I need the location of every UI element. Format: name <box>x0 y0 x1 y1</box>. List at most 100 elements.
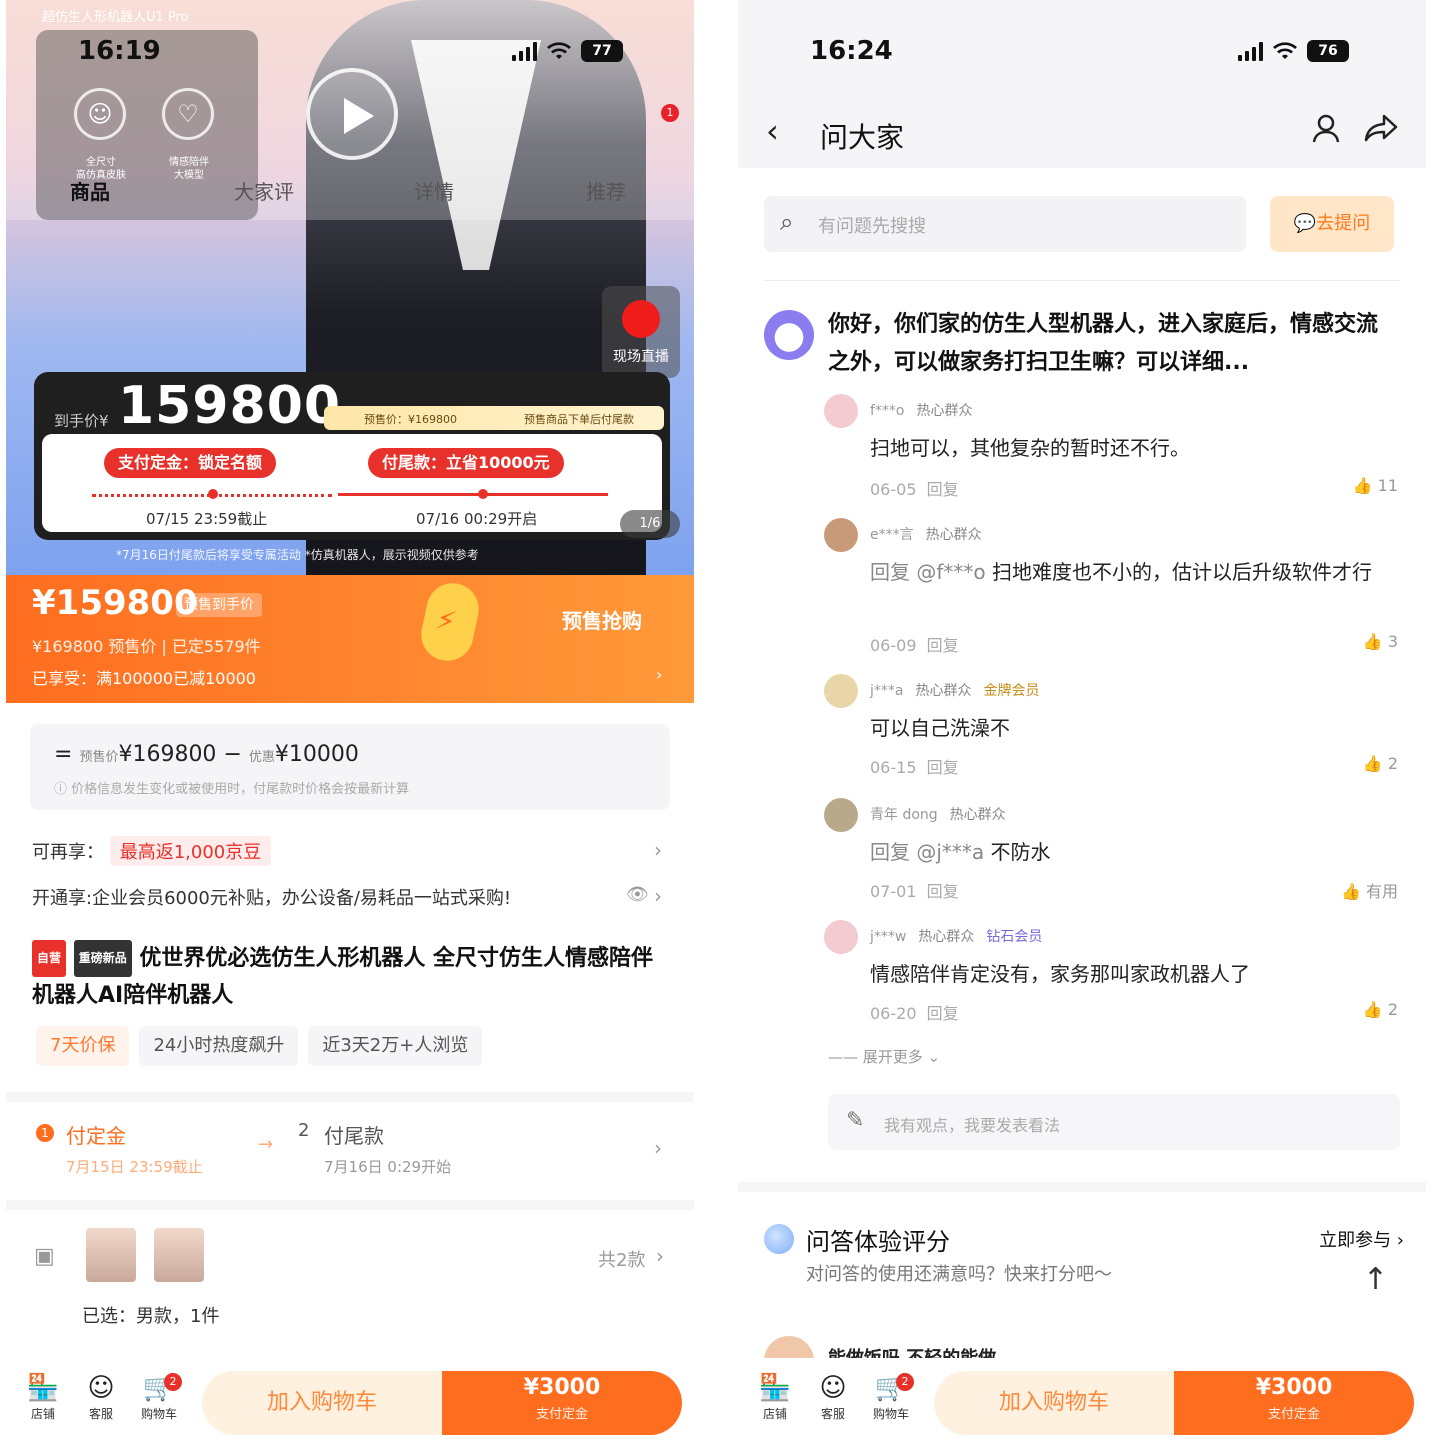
rating-title: 问答体验评分 <box>806 1228 950 1256</box>
hero-media[interactable]: ☺ ♡ 全尺寸 高仿真皮肤 情感陪伴 大模型 超仿生人形机器人U1 Pro 16… <box>6 0 694 575</box>
share-icon[interactable] <box>1364 112 1398 144</box>
chip: 24小时热度飙升 <box>139 1026 299 1066</box>
band-sub: ¥169800 预售价 | 已定5579件 <box>32 637 261 656</box>
expand-more-link[interactable]: —— 展开更多 ⌄ <box>828 1046 940 1067</box>
sku-selector[interactable]: ▣ 共2款 › 已选：男款，1件 <box>32 1228 672 1338</box>
lightning-icon <box>416 578 484 666</box>
chip: 7天价保 <box>36 1026 130 1066</box>
presale-strip: 预售价：¥169800 预售商品下单后付尾款 <box>324 406 664 430</box>
eye-icon[interactable]: 👁 <box>626 884 649 905</box>
tab-product[interactable]: 商品 <box>70 176 110 205</box>
like-button[interactable]: 👍 有用 <box>1341 878 1398 902</box>
answer-item: 青年 dong 热心群众 回复 @j***a 不防水 07-01 回复 👍 有用 <box>824 798 1398 908</box>
user-icon[interactable] <box>1310 112 1342 144</box>
bottom-action-bar: 🏪 店铺 ☺ 客服 🛒 购物车 2 加入购物车 ¥3000 支付定金 <box>6 1365 694 1445</box>
brand-text: 超仿生人形机器人U1 Pro <box>42 10 189 25</box>
chevron-right-icon: › <box>654 838 662 862</box>
step-1-icon: 1 <box>36 1124 54 1142</box>
thumbs-up-icon: 👍 <box>1362 632 1383 651</box>
customer-service-button[interactable]: ☺ 客服 <box>808 1371 858 1422</box>
presale-steps[interactable]: 1 付定金 7月15日 23:59截止 → 2 付尾款 7月16日 0:29开始… <box>32 1118 672 1188</box>
store-button[interactable]: 🏪 店铺 <box>18 1371 68 1422</box>
avatar <box>824 920 858 954</box>
step-2-icon: 2 <box>298 1120 310 1141</box>
presale-band[interactable]: ¥159800 预售到手价 ¥169800 预售价 | 已定5579件 已享受：… <box>6 575 694 703</box>
thumbs-up-icon: 👍 <box>1340 882 1361 901</box>
customer-service-button[interactable]: ☺ 客服 <box>76 1371 126 1422</box>
pay-deposit-button[interactable]: ¥3000 支付定金 <box>1174 1371 1414 1435</box>
reply-link[interactable]: 回复 <box>927 480 959 499</box>
like-button[interactable]: 👍 2 <box>1363 754 1398 773</box>
add-to-cart-button[interactable]: 加入购物车 <box>934 1371 1174 1435</box>
deposit-deadline: 07/15 23:59截止 <box>146 510 268 528</box>
smile-icon: ☺ <box>87 1373 115 1403</box>
question-text[interactable]: 你好，你们家的仿生人型机器人，进入家庭后，情感交流之外，可以做家务打扫卫生嘛？可… <box>828 306 1388 382</box>
opinion-input[interactable]: ✎ 我有观点，我要发表看法 <box>828 1094 1400 1150</box>
tab-recommend[interactable]: 推荐 <box>586 176 626 205</box>
participate-link[interactable]: 立即参与 › <box>1319 1226 1404 1252</box>
chevron-right-icon: › <box>656 1244 664 1268</box>
member-benefit-row[interactable]: 开通享:企业会员6000元补贴，办公设备/易耗品一站式采购! <box>32 884 511 910</box>
scroll-top-icon[interactable]: ↑ <box>1363 1262 1388 1297</box>
status-icons: 77 <box>512 40 623 62</box>
qa-rating-card: 问答体验评分 对问答的使用还满意吗？快来打分吧～ 立即参与 › ↑ <box>764 1216 1404 1306</box>
band-tag: 预售到手价 <box>176 593 262 617</box>
search-icon: ⌕ <box>780 208 794 236</box>
sku-thumb[interactable] <box>154 1228 204 1282</box>
page-title: 问大家 <box>820 121 905 154</box>
sku-thumb[interactable] <box>86 1228 136 1282</box>
search-placeholder: 有问题先搜搜 <box>818 216 926 237</box>
chevron-right-icon: › <box>654 1136 662 1160</box>
price-prefix: 到手价¥ <box>54 412 109 430</box>
add-to-cart-button[interactable]: 加入购物车 <box>202 1371 442 1435</box>
like-button[interactable]: 👍 3 <box>1363 632 1398 651</box>
band-price: ¥159800 <box>32 583 198 623</box>
live-label: 现场直播 <box>613 349 669 365</box>
play-video-button[interactable] <box>306 68 398 160</box>
pencil-icon: ✎ <box>846 1108 865 1133</box>
tab-reviews[interactable]: 大家评 <box>234 176 294 205</box>
gold-member-badge: 金牌会员 <box>983 683 1040 699</box>
presale-price-card: 到手价¥ 159800 预售价：¥169800 预售商品下单后付尾款 支付定金：… <box>34 372 670 540</box>
status-icons: 76 <box>1238 40 1349 62</box>
presale-cta: 预售抢购 <box>562 609 642 633</box>
ask-everyone-screen: 16:24 76 ‹ 问大家 ⌕ 有问题先搜搜 💬去提问 你好，你们家的仿生人型… <box>738 0 1426 1445</box>
header: 16:24 76 ‹ 问大家 <box>738 0 1426 168</box>
step-2-title: 付尾款 <box>324 1124 384 1148</box>
signal-icon <box>1238 41 1263 61</box>
rebate-tag: 最高返1,000京豆 <box>109 836 272 866</box>
service-chips: 7天价保 24小时热度飙升 近3天2万+人浏览 <box>36 1026 483 1066</box>
wifi-icon <box>547 42 571 59</box>
reply-link[interactable]: 回复 <box>927 636 959 655</box>
reply-link[interactable]: 回复 <box>927 1004 959 1023</box>
next-question-peek[interactable]: 能做饭吗 不轻的能做 <box>764 1336 1404 1358</box>
like-button[interactable]: 👍 2 <box>1363 1000 1398 1019</box>
like-button[interactable]: 👍 11 <box>1353 476 1398 495</box>
step-1-title: 付定金 <box>66 1124 126 1148</box>
tab-details[interactable]: 详情 <box>414 176 454 205</box>
reply-link[interactable]: 回复 <box>927 758 959 777</box>
product-title: 自营 重磅新品 优世界优必选仿生人形机器人 全尺寸仿生人情感陪伴机器人AI陪伴机… <box>32 940 672 1014</box>
ask-question-button[interactable]: 💬去提问 <box>1270 196 1394 252</box>
search-input[interactable]: ⌕ 有问题先搜搜 <box>764 196 1246 252</box>
back-icon[interactable]: ‹ <box>766 112 779 150</box>
pay-deposit-button[interactable]: ¥3000 支付定金 <box>442 1371 682 1435</box>
detail-tabs: 商品 大家评 详情 推荐 <box>6 176 694 216</box>
presale-original: 预售价：¥169800 <box>364 413 457 426</box>
arrow-right-icon: → <box>258 1134 274 1155</box>
chevron-right-icon: › <box>656 665 663 684</box>
sku-icon: ▣ <box>34 1244 55 1269</box>
avatar <box>824 798 858 832</box>
reply-link[interactable]: 回复 <box>927 882 959 901</box>
record-icon <box>622 300 660 338</box>
cart-badge: 2 <box>164 1373 182 1391</box>
status-time: 16:24 <box>810 36 893 66</box>
live-button[interactable]: 现场直播 <box>602 286 680 378</box>
store-icon: 🏪 <box>26 1373 60 1403</box>
cart-badge: 2 <box>896 1373 914 1391</box>
rebate-row[interactable]: 可再享： 最高返1,000京豆 <box>32 836 272 866</box>
cart-button[interactable]: 🛒 购物车 2 <box>134 1371 184 1422</box>
store-button[interactable]: 🏪 店铺 <box>750 1371 800 1422</box>
cart-button[interactable]: 🛒 购物车 2 <box>866 1371 916 1422</box>
store-icon: 🏪 <box>758 1373 792 1403</box>
